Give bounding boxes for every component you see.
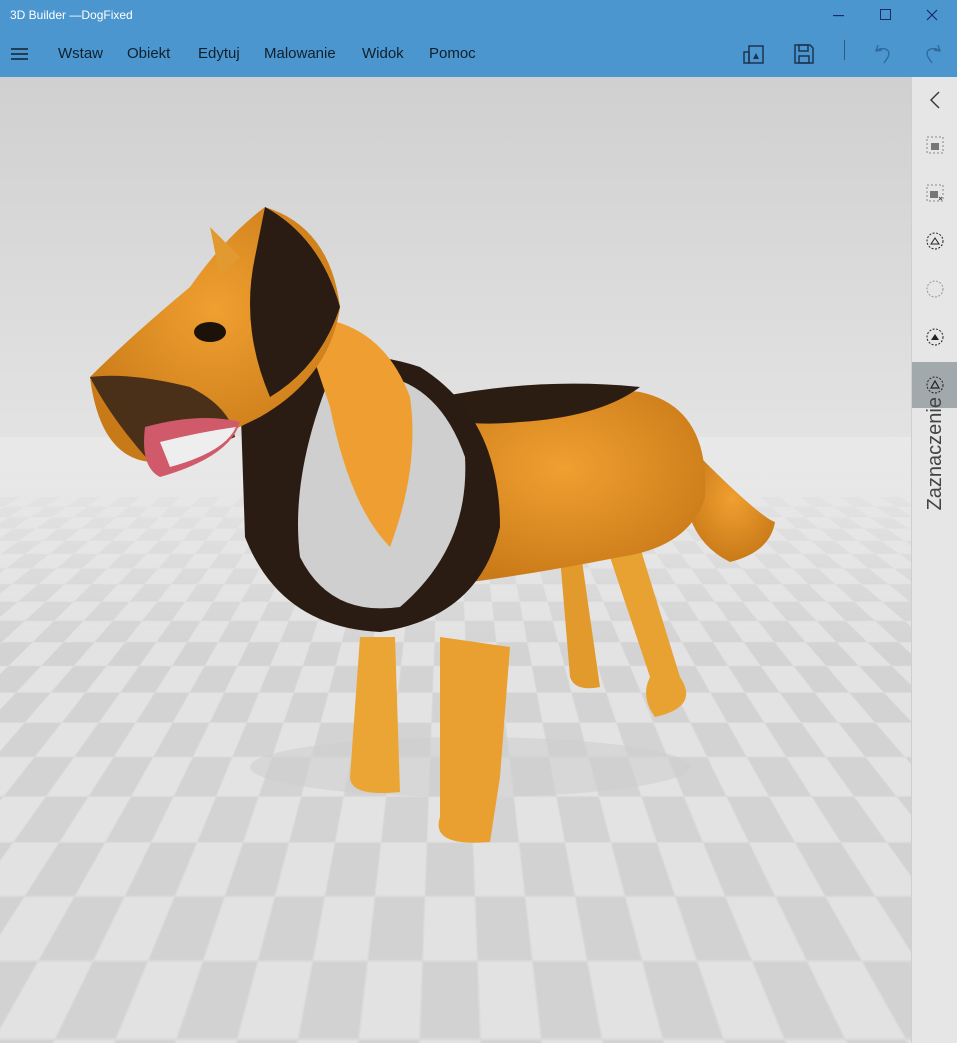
dog-3d-model[interactable] (0, 77, 911, 1043)
close-icon (926, 9, 938, 21)
menu-wstaw[interactable]: Wstaw (58, 45, 103, 62)
toolbar: Wstaw Obiekt Edytuj Malowanie Widok Pomo… (0, 30, 957, 77)
hamburger-icon (11, 48, 28, 60)
select-faces-icon (926, 232, 944, 250)
print-3d-icon (743, 45, 764, 64)
menu-widok[interactable]: Widok (362, 45, 404, 62)
select-multiple-icon (926, 184, 944, 202)
undo-icon (874, 44, 890, 64)
hamburger-menu-button[interactable] (6, 40, 34, 68)
redo-icon (926, 44, 942, 64)
select-triangle-icon (926, 376, 944, 394)
select-edges-icon (926, 328, 944, 346)
undo-button[interactable] (870, 40, 898, 68)
window-title: 3D Builder —DogFixed (10, 8, 133, 22)
select-faces-button[interactable] (912, 218, 957, 264)
print-3d-button[interactable] (740, 40, 768, 68)
redo-button[interactable] (918, 40, 946, 68)
menu-edytuj[interactable]: Edytuj (198, 45, 240, 62)
select-object-icon (926, 136, 944, 154)
minimize-button[interactable] (816, 0, 862, 30)
select-objects-button[interactable] (912, 122, 957, 168)
3d-viewport[interactable] (0, 77, 911, 1043)
save-icon (794, 44, 814, 64)
minimize-icon (833, 15, 844, 17)
close-button[interactable] (909, 0, 955, 30)
select-multiple-button[interactable] (912, 170, 957, 216)
select-vertices-button[interactable] (912, 266, 957, 312)
panel-title: Zaznaczenie (924, 397, 946, 511)
toolbar-divider (844, 40, 845, 60)
menu-obiekt[interactable]: Obiekt (127, 45, 170, 62)
save-button[interactable] (790, 40, 818, 68)
title-bar: 3D Builder —DogFixed (0, 0, 957, 30)
select-empty-icon (926, 280, 944, 298)
chevron-left-icon (930, 91, 940, 109)
maximize-icon (880, 9, 891, 20)
collapse-panel-button[interactable] (912, 77, 957, 123)
menu-malowanie[interactable]: Malowanie (264, 45, 336, 62)
select-edges-button[interactable] (912, 314, 957, 360)
maximize-button[interactable] (863, 0, 909, 30)
side-panel: Zaznaczenie (911, 77, 957, 1043)
menu-pomoc[interactable]: Pomoc (429, 45, 476, 62)
